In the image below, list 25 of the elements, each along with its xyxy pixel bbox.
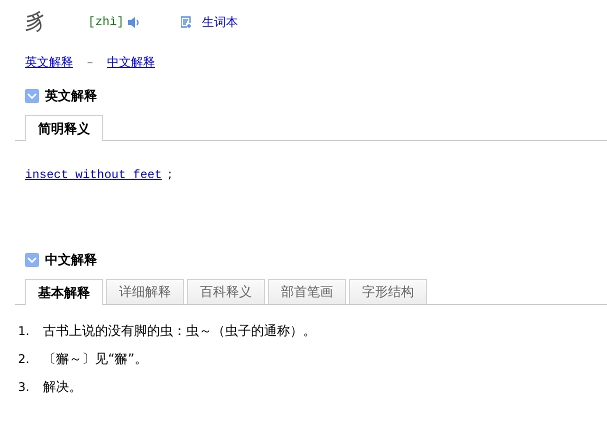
definition-text: 解决。 bbox=[43, 379, 82, 396]
headword: 豸 bbox=[25, 9, 48, 37]
tab[interactable]: 字形结构 bbox=[349, 279, 427, 304]
punctuation: ; bbox=[168, 167, 172, 181]
item-number: 1. bbox=[18, 324, 30, 338]
separator: – bbox=[87, 55, 93, 69]
collapse-toggle[interactable] bbox=[25, 89, 39, 103]
jump-link[interactable]: 中文解释 bbox=[107, 54, 155, 70]
tab[interactable]: 百科释义 bbox=[187, 279, 265, 304]
tab[interactable]: 基本解释 bbox=[25, 279, 103, 305]
collapse-toggle[interactable] bbox=[25, 253, 39, 267]
speaker-icon[interactable] bbox=[128, 16, 140, 28]
item-number: 3. bbox=[18, 380, 30, 394]
definition-text: 〔獬～〕见“獬”。 bbox=[43, 351, 148, 368]
pinyin: [zhì] bbox=[88, 15, 124, 29]
section-title: 中文解释 bbox=[45, 252, 97, 269]
item-number: 2. bbox=[18, 352, 30, 366]
section-title: 英文解释 bbox=[45, 88, 97, 105]
tab[interactable]: 简明释义 bbox=[25, 115, 103, 141]
jump-link[interactable]: 英文解释 bbox=[25, 54, 73, 70]
definition-link[interactable]: insect without feet bbox=[25, 168, 162, 182]
wordbook-link[interactable]: 生词本 bbox=[202, 14, 238, 30]
tab[interactable]: 部首笔画 bbox=[268, 279, 346, 304]
tab[interactable]: 详细解释 bbox=[106, 279, 184, 304]
definition-text: 古书上说的没有脚的虫：虫～（虫子的通称）。 bbox=[43, 323, 316, 340]
